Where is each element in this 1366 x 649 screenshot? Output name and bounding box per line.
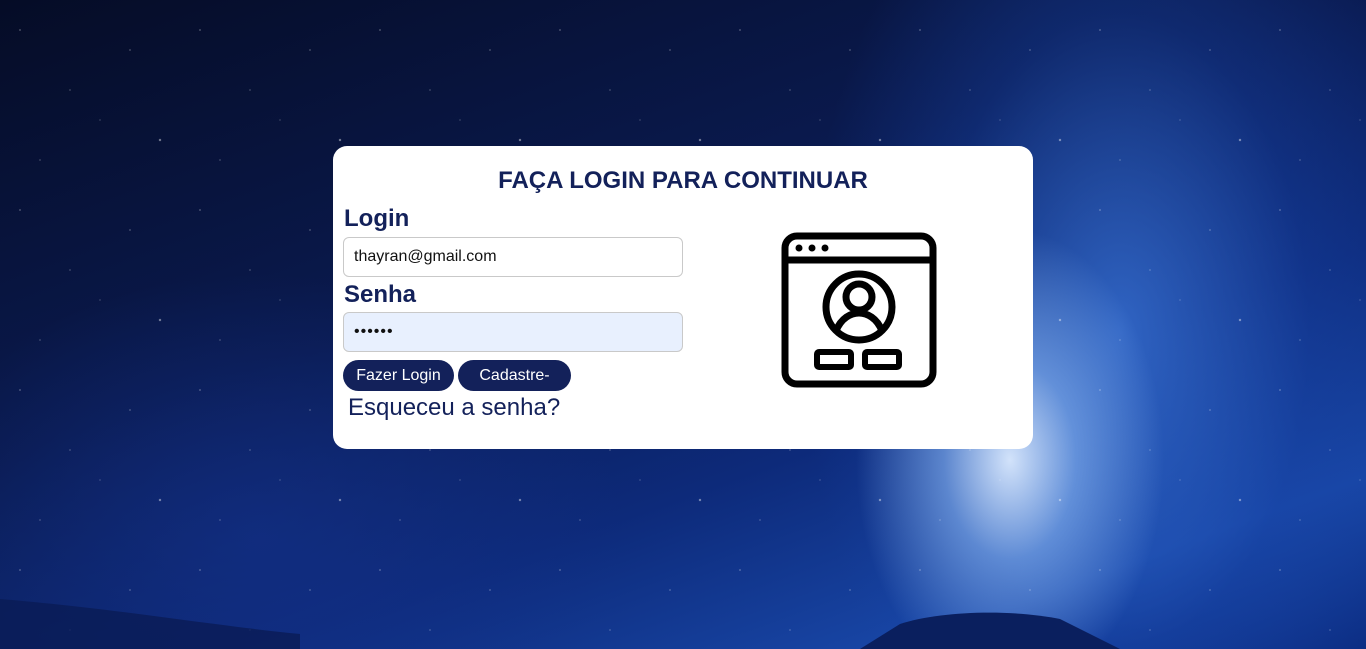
- password-label: Senha: [344, 281, 417, 308]
- page-title: FAÇA LOGIN PARA CONTINUAR: [498, 167, 868, 194]
- login-button[interactable]: Fazer Login: [343, 360, 454, 391]
- mountain-silhouette: [0, 599, 1120, 649]
- signup-button[interactable]: Cadastre-se: [458, 360, 571, 415]
- browser-user-profile-icon: [781, 232, 937, 388]
- password-field[interactable]: [343, 312, 683, 352]
- forgot-password-link[interactable]: Esqueceu a senha?: [348, 394, 560, 422]
- email-field[interactable]: [343, 237, 683, 277]
- login-label: Login: [344, 205, 410, 232]
- login-card: FAÇA LOGIN PARA CONTINUAR Login Senha Fa…: [333, 146, 1033, 449]
